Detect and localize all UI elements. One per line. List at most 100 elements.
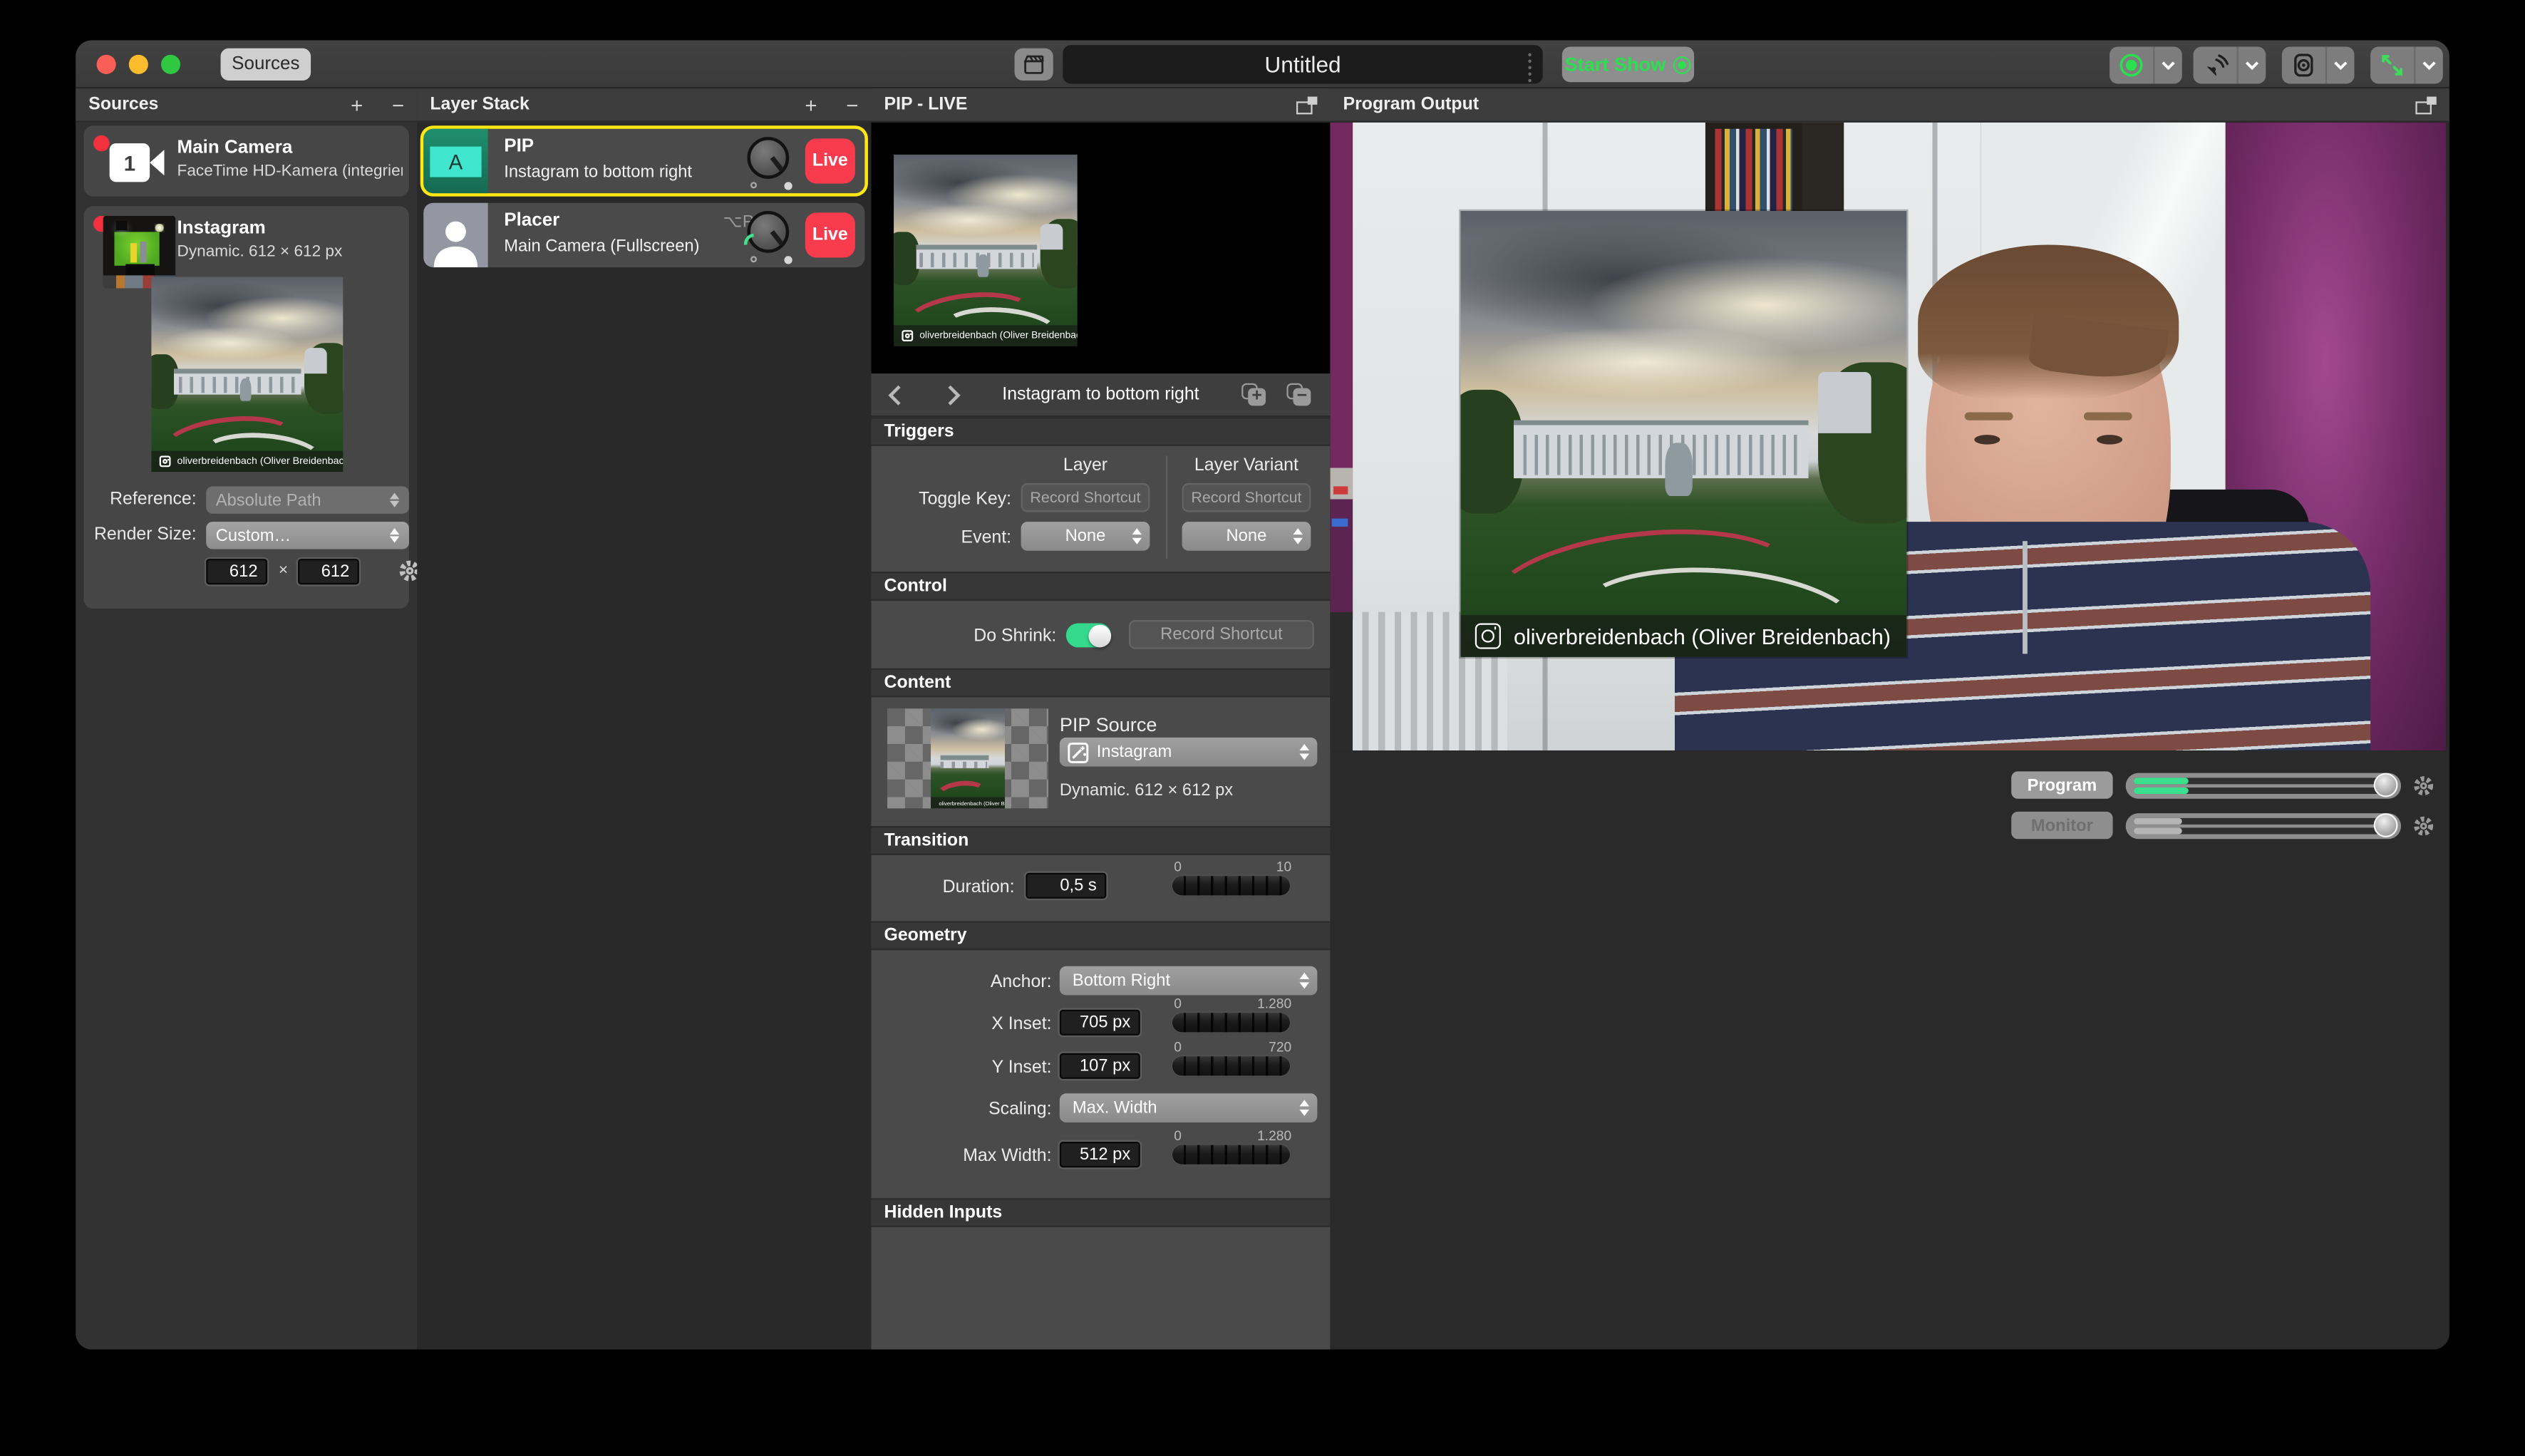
remove-layer-button[interactable]: − [846, 93, 858, 117]
zoom-button[interactable] [161, 55, 180, 74]
reference-label: Reference: [110, 490, 197, 509]
monitor-volume-slider[interactable] [2126, 812, 2401, 838]
x-inset-scrubber-min: 0 [1174, 995, 1182, 1011]
variant-toggle-shortcut-button[interactable]: Record Shortcut [1182, 483, 1311, 512]
layer-stack-panel: Layer Stack + − A PIP Instagram to botto… [417, 88, 871, 1349]
max-width-field[interactable]: 512 px [1060, 1142, 1140, 1167]
minimize-button[interactable] [129, 55, 148, 74]
x-inset-scrubber[interactable] [1171, 1011, 1291, 1034]
volume-slider-knob[interactable] [2374, 773, 2398, 797]
opacity-knob[interactable] [747, 211, 789, 253]
vu-meter [2134, 827, 2182, 834]
detach-panel-icon[interactable] [1296, 95, 1317, 113]
render-height-field[interactable]: 612 [298, 559, 359, 584]
shrink-shortcut-button[interactable]: Record Shortcut [1129, 620, 1314, 649]
opacity-knob[interactable] [747, 137, 789, 179]
magic-wand-icon [1068, 742, 1088, 763]
program-volume-slider[interactable] [2126, 772, 2401, 797]
detach-panel-icon[interactable] [2415, 95, 2436, 113]
variant-event-popup[interactable]: None [1182, 522, 1311, 551]
camera-icon: 1 [110, 143, 165, 182]
program-audio-button[interactable]: Program [2011, 771, 2112, 798]
record-split-button[interactable] [2110, 47, 2182, 84]
do-shrink-label: Do Shrink: [884, 626, 1057, 646]
toggle-sources-button[interactable]: Sources [221, 48, 311, 81]
add-source-button[interactable]: + [351, 93, 363, 117]
x-inset-value: 705 px [1080, 1013, 1130, 1032]
layer-item-placer[interactable]: Placer Main Camera (Fullscreen) ⌥P Live [423, 203, 864, 267]
volume-slider-knob[interactable] [2374, 813, 2398, 837]
pip-overlay-image[interactable]: oliverbreidenbach (Oliver Breidenbach) [1460, 211, 1906, 657]
gear-icon[interactable] [2412, 814, 2435, 837]
source-title: Main Camera [177, 138, 293, 158]
document-title-field[interactable]: Untitled [1063, 45, 1542, 83]
layer-item-pip[interactable]: A PIP Instagram to bottom right Live [423, 129, 864, 193]
source-item-main-camera[interactable]: 1 Main Camera FaceTime HD-Kamera (integr… [83, 125, 408, 196]
layer-live-button[interactable]: Live [805, 138, 855, 183]
variant-nav-bar: Instagram to bottom right + − [871, 373, 1330, 417]
source-item-instagram[interactable]: Instagram Dynamic. 612 × 612 px oliverbr… [83, 206, 408, 609]
max-width-label: Max Width: [884, 1147, 1052, 1166]
render-size-value: Custom… [216, 526, 291, 545]
pip-source-popup[interactable]: Instagram [1060, 738, 1318, 767]
layer-live-button[interactable]: Live [805, 212, 855, 257]
render-size-popup[interactable]: Custom… [206, 522, 409, 549]
app-window: Sources Untitled Start Show [76, 40, 2449, 1349]
column-variant-label: Layer Variant [1182, 455, 1311, 475]
monitor-audio-row: Monitor [2011, 812, 2434, 839]
instagram-source-preview: oliverbreidenbach (Oliver Breidenbach) [151, 277, 343, 472]
program-output-title: Program Output [1343, 95, 1480, 114]
remove-source-button[interactable]: − [392, 93, 404, 117]
y-inset-scrubber[interactable] [1171, 1055, 1291, 1078]
record-dot-icon [1673, 56, 1691, 73]
program-output-panel: Program Output [1330, 88, 2449, 1349]
y-inset-field[interactable]: 107 px [1060, 1053, 1140, 1079]
anchor-popup[interactable]: Bottom Right [1060, 966, 1318, 996]
close-button[interactable] [97, 55, 116, 74]
program-output-header: Program Output [1330, 88, 2449, 122]
layer-preview-image: oliverbreidenbach (Oliver Breidenbach) [894, 155, 1078, 346]
knob-min-dot [750, 256, 757, 262]
pip-source-value: Instagram [1097, 743, 1172, 762]
audio-monitor-split-button[interactable] [2282, 47, 2355, 84]
scaling-value: Max. Width [1073, 1098, 1157, 1117]
add-layer-button[interactable]: + [805, 93, 817, 117]
section-hidden-inputs: Hidden Inputs [871, 1198, 1330, 1227]
layer-event-popup[interactable]: None [1021, 522, 1150, 551]
scaling-label: Scaling: [884, 1100, 1052, 1119]
knob-max-dot [784, 182, 792, 190]
render-width-field[interactable]: 612 [206, 559, 267, 584]
add-variant-icon[interactable]: + [1241, 383, 1266, 406]
source-subtitle: Dynamic. 612 × 612 px [177, 243, 403, 261]
scaling-popup[interactable]: Max. Width [1060, 1093, 1318, 1122]
x-inset-field[interactable]: 705 px [1060, 1010, 1140, 1036]
vu-meter [2134, 817, 2182, 825]
document-title: Untitled [1264, 51, 1341, 77]
vu-meter [2134, 787, 2189, 794]
reference-popup[interactable]: Absolute Path [206, 486, 409, 513]
program-audio-row: Program [2011, 771, 2434, 798]
section-control: Control [871, 572, 1330, 601]
duration-scrubber[interactable] [1171, 874, 1291, 897]
layer-toggle-shortcut-button[interactable]: Record Shortcut [1021, 483, 1150, 512]
duration-field[interactable]: 0,5 s [1026, 873, 1106, 899]
times-label: × [279, 562, 288, 580]
start-show-button[interactable]: Start Show [1562, 47, 1694, 83]
remove-variant-icon[interactable]: − [1286, 383, 1311, 406]
toggle-key-label: Toggle Key: [884, 490, 1012, 509]
pip-panel-header: PIP - LIVE [871, 88, 1330, 122]
section-content: Content [871, 668, 1330, 698]
gear-icon[interactable] [2412, 774, 2435, 797]
stream-split-button[interactable] [2194, 47, 2266, 84]
pip-source-label: PIP Source [1060, 713, 1157, 736]
max-width-scrubber[interactable] [1171, 1143, 1291, 1166]
video-left-edge [1330, 123, 1353, 750]
vu-meter [2134, 777, 2189, 784]
clapperboard-icon-button[interactable] [1015, 48, 1053, 81]
fullscreen-split-button[interactable] [2370, 47, 2443, 84]
monitor-audio-button[interactable]: Monitor [2011, 812, 2112, 839]
render-height-value: 612 [321, 562, 350, 582]
record-icon [2117, 51, 2144, 78]
do-shrink-toggle[interactable] [1066, 623, 1111, 647]
program-video: oliverbreidenbach (Oliver Breidenbach) [1330, 123, 2446, 750]
